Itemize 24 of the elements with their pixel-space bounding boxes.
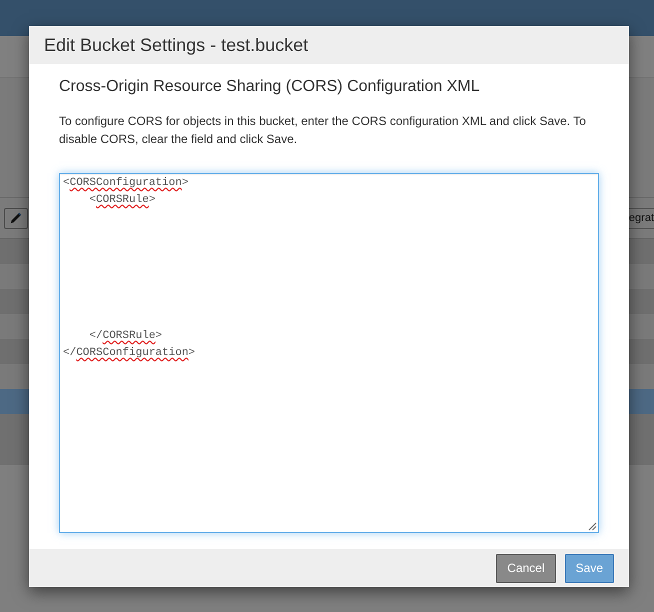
- table-row-end[interactable]: [629, 364, 654, 389]
- section-heading: Cross-Origin Resource Sharing (CORS) Configuration XML: [59, 77, 480, 97]
- table-row-end[interactable]: [629, 289, 654, 314]
- save-button[interactable]: Save: [564, 554, 614, 582]
- table-row-end[interactable]: [629, 339, 654, 364]
- xml-text-area[interactable]: <CORSConfiguration> <CORSRule> </CORSRule> </CORSConfiguration>: [59, 173, 599, 533]
- toolbar-button[interactable]: egrat: [628, 208, 654, 228]
- table-row-end[interactable]: [0, 314, 29, 339]
- table-row-end[interactable]: [0, 364, 29, 389]
- table-row-end[interactable]: [0, 339, 29, 364]
- dialog-title: Edit Bucket Settings - test.bucket: [44, 34, 308, 56]
- cancel-button[interactable]: Cancel: [496, 554, 556, 582]
- table-row-end[interactable]: [0, 264, 29, 289]
- table-row-end[interactable]: [0, 239, 29, 264]
- pencil-icon: [10, 212, 22, 224]
- description-text: To configure CORS for objects in this bucket, enter the CORS configuration XML and click Save. To disable CORS, clear the field and click Save.: [59, 113, 587, 148]
- table-row-end[interactable]: [629, 314, 654, 339]
- table-row-end[interactable]: [0, 289, 29, 314]
- table-row-end[interactable]: [629, 239, 654, 264]
- selected-table-row-end[interactable]: [629, 389, 654, 414]
- table-row-end[interactable]: [629, 264, 654, 289]
- selected-table-row-end[interactable]: [0, 389, 29, 414]
- edit-button[interactable]: [4, 208, 28, 228]
- resize-grip-icon[interactable]: [588, 522, 597, 531]
